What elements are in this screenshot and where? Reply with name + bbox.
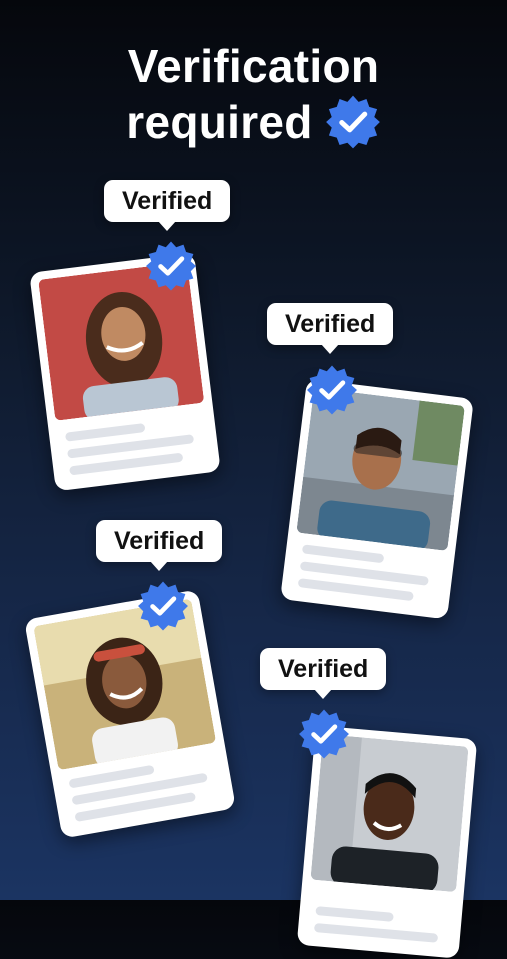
profile-card-4[interactable]	[296, 725, 478, 959]
verified-badge-icon	[298, 708, 350, 760]
card-info-placeholder	[313, 898, 446, 943]
headline-line-1: Verification	[127, 40, 380, 92]
verified-label-1: Verified	[104, 180, 231, 231]
verified-label-2: Verified	[267, 303, 394, 354]
headline-line-2: required	[126, 96, 313, 148]
verified-label-4: Verified	[260, 648, 387, 699]
verified-badge-icon	[325, 94, 381, 150]
verified-badge-icon	[137, 580, 189, 632]
profile-card-3[interactable]	[24, 589, 236, 839]
headline-line-2-row: required	[126, 94, 380, 150]
verified-badge-icon	[306, 364, 358, 416]
headline: Verification required	[0, 38, 507, 150]
card-info-placeholder	[64, 408, 203, 476]
verified-label-3: Verified	[96, 520, 223, 571]
verified-badge-icon	[145, 240, 197, 292]
